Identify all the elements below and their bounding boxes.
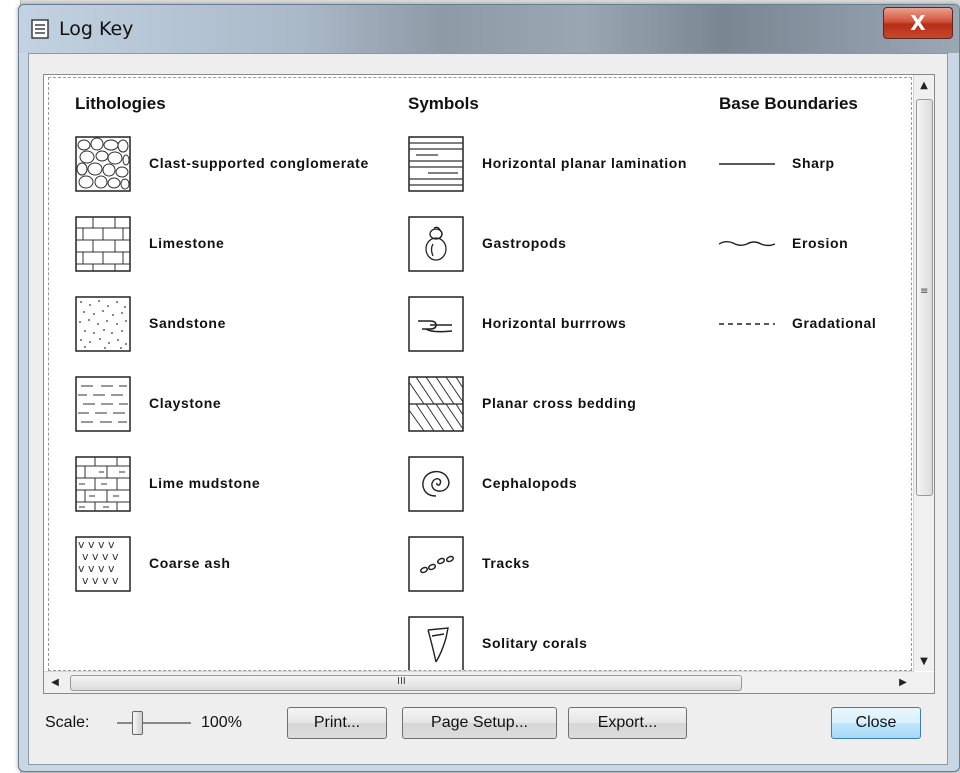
scale-slider-track[interactable] [117, 722, 191, 724]
claystone-pattern-icon [75, 376, 131, 432]
horizontal-scrollbar[interactable]: ◀ III ▶ [44, 671, 914, 693]
legend-label: Cephalopods [482, 475, 578, 491]
symbols-heading: Symbols [408, 94, 479, 113]
scrollbar-corner [914, 672, 934, 693]
legend-label: Gradational [792, 315, 877, 331]
lithologies-heading: Lithologies [75, 94, 166, 113]
scroll-down-arrow-icon[interactable]: ▼ [914, 651, 934, 671]
lime-mudstone-pattern-icon [75, 456, 131, 512]
legend-label: Sandstone [149, 315, 226, 331]
legend-label: Gastropods [482, 235, 567, 251]
scale-label: Scale: [45, 714, 90, 731]
window-title: Log Key [59, 18, 134, 40]
solitary-coral-icon [408, 616, 464, 670]
wavy-line-icon [719, 241, 775, 247]
svg-text:v v v v: v v v v [82, 574, 119, 587]
sharp-line-icon [719, 163, 775, 165]
legend-label: Coarse ash [149, 555, 231, 571]
tracks-icon [408, 536, 464, 592]
legend-label: Horizontal planar lamination [482, 155, 688, 171]
close-window-button[interactable]: X [883, 7, 953, 39]
close-icon: X [910, 11, 926, 35]
cross-bedding-icon [408, 376, 464, 432]
grip-icon: III [397, 676, 406, 687]
scroll-up-arrow-icon[interactable]: ▲ [914, 75, 934, 95]
legend-label: Lime mudstone [149, 475, 261, 491]
gastropod-icon [408, 216, 464, 272]
horizontal-scroll-thumb[interactable]: III [70, 675, 742, 691]
dashed-line-icon [719, 323, 775, 325]
coarse-ash-pattern-icon: v v v v v v v v v v v v v v v v [75, 536, 131, 592]
base-boundaries-heading: Base Boundaries [719, 94, 858, 113]
document-icon [31, 19, 49, 39]
title-bar[interactable]: Log Key X [19, 5, 959, 53]
legend-label: Clast-supported conglomerate [149, 155, 369, 171]
page-setup-button[interactable]: Page Setup... [402, 707, 557, 739]
dialog-client-area: Lithologies Symbols Base Boundaries Clas… [28, 53, 948, 765]
legend-label: Erosion [792, 235, 849, 251]
vertical-scrollbar[interactable]: ▲ ≡ ▼ [913, 75, 934, 671]
legend-label: Sharp [792, 155, 835, 171]
key-scroll-panel: Lithologies Symbols Base Boundaries Clas… [43, 74, 935, 694]
conglomerate-pattern-icon [75, 136, 131, 192]
print-button[interactable]: Print... [287, 707, 387, 739]
scroll-left-arrow-icon[interactable]: ◀ [46, 672, 64, 693]
close-button[interactable]: Close [831, 707, 921, 739]
grip-icon: ≡ [920, 286, 929, 297]
legend-label: Tracks [482, 555, 530, 571]
legend-label: Solitary corals [482, 635, 588, 651]
cephalopod-icon [408, 456, 464, 512]
legend-label: Horizontal burrrows [482, 315, 627, 331]
export-button[interactable]: Export... [568, 707, 687, 739]
planar-lamination-icon [408, 136, 464, 192]
scale-slider-thumb[interactable] [132, 711, 143, 735]
log-key-dialog: Log Key X Lithologies Symbols Base Bound… [18, 4, 960, 772]
scale-value: 100% [201, 714, 242, 731]
legend-label: Claystone [149, 395, 222, 411]
vertical-scroll-thumb[interactable]: ≡ [916, 99, 933, 496]
legend-label: Limestone [149, 235, 225, 251]
key-content: Lithologies Symbols Base Boundaries Clas… [48, 77, 912, 671]
legend-label: Planar cross bedding [482, 395, 637, 411]
scroll-right-arrow-icon[interactable]: ▶ [894, 672, 912, 693]
burrow-icon [408, 296, 464, 352]
limestone-pattern-icon [75, 216, 131, 272]
sandstone-pattern-icon [75, 296, 131, 352]
